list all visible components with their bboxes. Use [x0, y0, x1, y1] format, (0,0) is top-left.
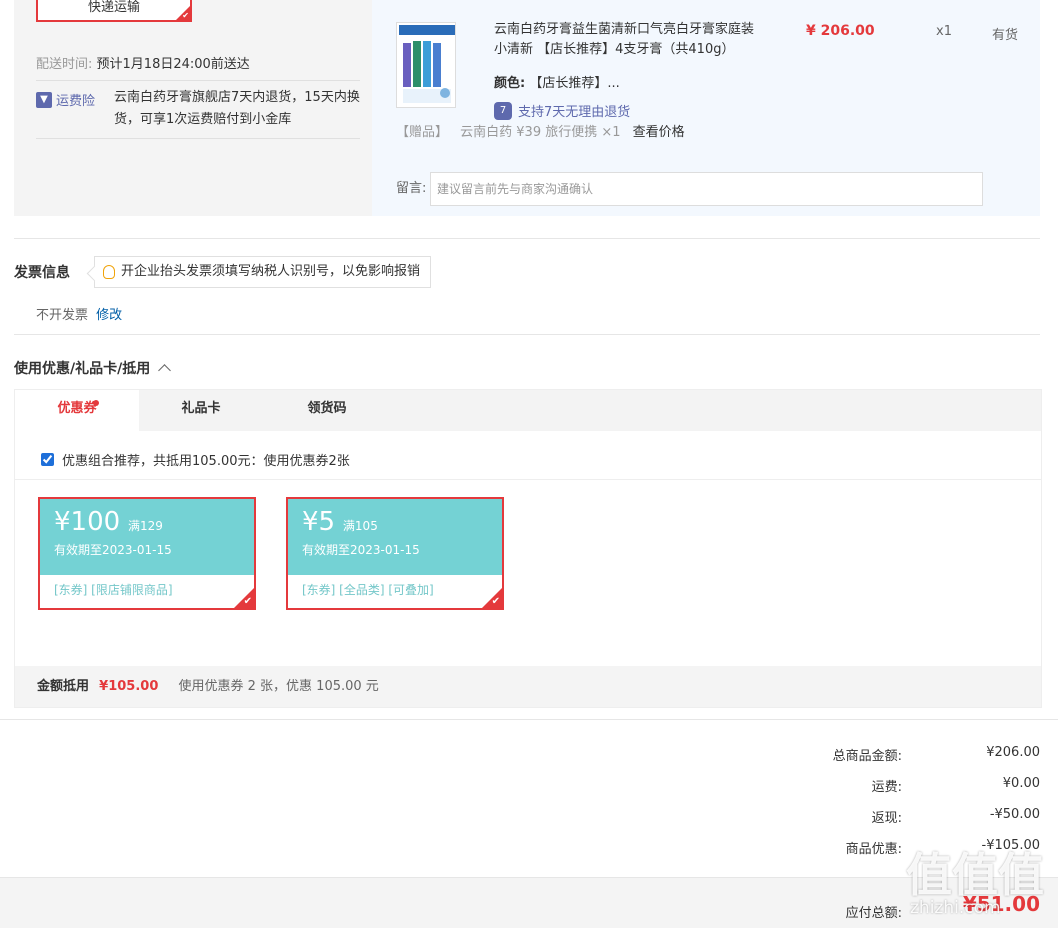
coupon-card-top: ¥100 满129 有效期至2023-01-15: [40, 499, 254, 575]
coupon-tabs: 优惠券 礼品卡 领货码: [15, 390, 1041, 431]
lightbulb-icon: [103, 265, 115, 279]
coupon-card-top: ¥5 满105 有效期至2023-01-15: [288, 499, 502, 575]
product-color-value: 【店长推荐】...: [529, 76, 620, 91]
coupon-amount: ¥5: [302, 507, 336, 537]
coupon-expiry: 有效期至2023-01-15: [54, 543, 172, 557]
discount-value: -¥105.00: [981, 838, 1040, 853]
product-image[interactable]: [396, 22, 456, 108]
message-input[interactable]: [430, 172, 983, 206]
coupon-expiry: 有效期至2023-01-15: [302, 543, 420, 557]
chevron-up-icon: [158, 364, 172, 377]
coupons-box: 优惠券 礼品卡 领货码 优惠组合推荐，共抵用105.00元：使用优惠券2张 ¥1…: [14, 389, 1042, 708]
payable-label: 应付总额:: [845, 906, 902, 921]
invoice-status-text: 不开发票: [36, 308, 89, 323]
tab-coupons[interactable]: 优惠券: [15, 390, 139, 431]
payable-bar: 应付总额: ¥51.00: [0, 877, 1058, 928]
coupon-combo-text: 优惠组合推荐，共抵用105.00元：使用优惠券2张: [62, 454, 350, 469]
coupons-section-toggle[interactable]: 使用优惠/礼品卡/抵用: [14, 358, 172, 378]
total-goods-value: ¥206.00: [986, 745, 1040, 760]
total-goods-row: 总商品金额: ¥206.00: [832, 745, 1040, 764]
cashback-row: 返现: -¥50.00: [871, 807, 1040, 826]
coupon-condition: 满105: [342, 519, 378, 533]
express-shipping-label: 快递运输: [87, 0, 140, 15]
message-label: 留言:: [396, 181, 427, 196]
coupon-card[interactable]: ¥5 满105 有效期至2023-01-15 [东券] [全品类] [可叠加] …: [286, 497, 504, 610]
gift-line: 【赠品】 云南白药 ¥39 旅行便携 ×1 查看价格: [396, 121, 685, 140]
shield-icon: ▼: [36, 91, 52, 108]
coupon-amount: ¥100: [54, 507, 121, 537]
coupon-summary-label: 金额抵用: [37, 679, 90, 694]
discount-row: 商品优惠: -¥105.00: [845, 838, 1040, 857]
divider: [36, 80, 360, 81]
coupon-tags: [东券] [全品类] [可叠加]: [302, 583, 434, 597]
shipping-panel: 快递运输 ✔ 配送时间: 预计1月18日24:00前送达 ▼ 运费险 云南白药牙…: [14, 0, 372, 216]
product-price: ¥ 206.00: [806, 23, 875, 39]
coupon-summary-text: 使用优惠券 2 张，优惠 105.00 元: [178, 679, 379, 694]
invoice-edit-link[interactable]: 修改: [96, 308, 122, 323]
shipping-insurance-label: 运费险: [56, 94, 96, 109]
coupons-title: 使用优惠/礼品卡/抵用: [14, 361, 151, 377]
stock-status: 有货: [992, 28, 1019, 43]
check-icon: ✔: [243, 596, 252, 607]
gift-text: 云南白药 ¥39 旅行便携 ×1: [460, 125, 621, 140]
cashback-value: -¥50.00: [989, 807, 1040, 822]
divider: [36, 138, 360, 139]
coupon-card[interactable]: ¥100 满129 有效期至2023-01-15 [东券] [限店铺限商品] ✔: [38, 497, 256, 610]
tab-pickup-code[interactable]: 领货码: [265, 390, 389, 431]
notification-dot: [93, 400, 99, 406]
delivery-time-value: 预计1月18日24:00前送达: [96, 57, 250, 72]
return-policy-label: 支持7天无理由退货: [518, 105, 631, 120]
gift-price-link[interactable]: 查看价格: [633, 125, 685, 140]
invoice-tip-text: 开企业抬头发票须填写纳税人识别号，以免影响报销: [121, 264, 421, 279]
coupon-summary: 金额抵用 ¥105.00 使用优惠券 2 张，优惠 105.00 元: [15, 666, 1041, 707]
product-quantity: x1: [936, 24, 952, 39]
gift-prefix: 【赠品】: [396, 125, 449, 140]
coupon-condition: 满129: [128, 519, 163, 533]
section-divider: [14, 238, 1040, 239]
check-icon: ✔: [491, 596, 500, 607]
tab-gift-card[interactable]: 礼品卡: [139, 390, 263, 431]
divider: [15, 479, 1041, 480]
coupon-combo-option[interactable]: 优惠组合推荐，共抵用105.00元：使用优惠券2张: [41, 450, 350, 469]
coupon-combo-checkbox[interactable]: [41, 453, 54, 466]
payable-amount: ¥51.00: [962, 892, 1040, 916]
invoice-tip: 开企业抬头发票须填写纳税人识别号，以免影响报销: [94, 256, 432, 288]
shipping-insurance-link[interactable]: ▼ 运费险: [36, 90, 95, 109]
section-divider: [14, 334, 1040, 335]
product-title[interactable]: 云南白药牙膏益生菌清新口气亮白牙膏家庭装小清新 【店长推荐】4支牙膏（共410g…: [494, 20, 764, 60]
seven-day-return-icon: 7: [494, 101, 512, 120]
coupon-summary-amount: ¥105.00: [99, 679, 159, 694]
goods-panel: 云南白药牙膏益生菌清新口气亮白牙膏家庭装小清新 【店长推荐】4支牙膏（共410g…: [372, 0, 1040, 216]
express-shipping-button[interactable]: 快递运输 ✔: [36, 0, 192, 22]
check-icon: ✔: [182, 11, 189, 20]
invoice-status: 不开发票 修改: [36, 304, 122, 323]
delivery-time: 配送时间: 预计1月18日24:00前送达: [36, 57, 250, 72]
section-divider: [0, 719, 1058, 720]
shipping-fee-row: 运费: ¥0.00: [871, 776, 1040, 795]
return-policy[interactable]: 7 支持7天无理由退货: [494, 101, 630, 120]
invoice-title: 发票信息: [14, 265, 70, 281]
product-color: 颜色: 【店长推荐】...: [494, 76, 620, 91]
shipping-fee-value: ¥0.00: [1002, 776, 1040, 791]
coupon-tags: [东券] [限店铺限商品]: [54, 583, 173, 597]
shipping-insurance-text: 云南白药牙膏旗舰店7天内退货，15天内换货，可享1次运费赔付到小金库: [114, 90, 360, 127]
